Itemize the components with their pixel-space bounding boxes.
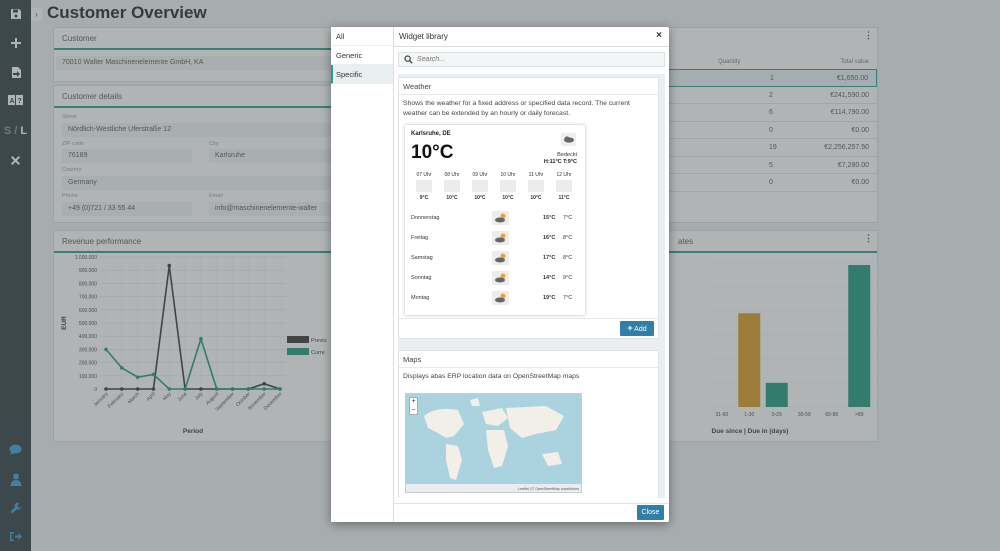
hour-forecast-item: 07 Uhr 9°C [413,172,435,201]
cloud-icon [528,180,544,192]
hour-forecast-item: 08 Uhr 10°C [441,172,463,201]
zoom-out-button[interactable]: − [410,407,417,416]
hour-time: 09 Uhr [472,172,488,178]
hour-temp: 9°C [419,195,429,201]
day-low: 7°C [563,295,573,301]
widget-library-main: Widget library × Weather Shows the weath… [394,27,669,522]
weather-hi-lo: H:11°C T:9°C [543,159,577,165]
search-input[interactable] [417,54,657,65]
close-button[interactable]: Close [637,505,664,520]
day-forecast-row: Donnerstag 15°C 7°C [411,211,581,225]
close-x-icon[interactable]: × [656,30,662,41]
cloud-icon [472,180,488,192]
day-high: 16°C [543,235,556,241]
partly-cloudy-icon [492,231,509,245]
map-preview: + − Leaflet | © OpenStreetMap contributo… [405,393,582,493]
hour-temp: 11°C [558,195,570,201]
world-map-image [406,394,581,492]
hour-time: 12 Uhr [556,172,572,178]
maps-card-title: Maps [399,351,658,368]
cloud-icon [500,180,516,192]
day-low: 8°C [563,255,573,261]
hour-temp: 10°C [446,195,458,201]
day-name: Freitag [411,235,429,241]
day-low: 9°C [563,275,573,281]
map-zoom-control: + − [409,397,418,415]
cloud-icon [416,180,432,192]
partly-cloudy-icon [492,251,509,265]
day-name: Montag [411,295,430,301]
day-forecast-row: Sonntag 14°C 9°C [411,271,581,285]
hour-temp: 10°C [502,195,514,201]
partly-cloudy-icon [492,211,509,225]
widget-list: Weather Shows the weather for a fixed ad… [398,74,665,498]
day-name: Samstag [411,255,433,261]
weather-current-temp: 10°C [411,142,454,163]
category-specific[interactable]: Specific [331,65,393,84]
hour-forecast-item: 11 Uhr 10°C [525,172,547,201]
search-icon [404,55,413,64]
hour-time: 07 Uhr [416,172,432,178]
partly-cloudy-icon [492,291,509,305]
add-button-label: Add [634,326,647,333]
day-high: 14°C [543,275,556,281]
hour-forecast-item: 09 Uhr 10°C [469,172,491,201]
hour-temp: 10°C [530,195,542,201]
day-high: 15°C [543,215,556,221]
hour-time: 11 Uhr [528,172,544,178]
widget-search[interactable] [398,52,665,67]
weather-card-title: Weather [399,78,658,95]
hour-forecast-item: 10 Uhr 10°C [497,172,519,201]
day-high: 19°C [543,295,556,301]
partly-cloudy-icon [492,271,509,285]
hour-time: 10 Uhr [500,172,516,178]
widget-library-dialog: All Generic Specific Widget library × We… [331,27,669,522]
hour-forecast-item: 12 Uhr 11°C [553,172,575,201]
weather-condition: Bedeckt [557,152,577,158]
day-name: Sonntag [411,275,432,281]
weather-card-description: Shows the weather for a fixed address or… [403,100,630,117]
maps-card-description: Displays abas ERP location data on OpenS… [403,373,580,380]
day-high: 17°C [543,255,556,261]
day-low: 8°C [563,235,573,241]
cloud-icon [556,180,572,192]
day-forecast-row: Montag 19°C 7°C [411,291,581,305]
plus-icon: + [627,323,633,333]
zoom-in-button[interactable]: + [410,398,417,407]
widget-category-nav: All Generic Specific [331,27,394,522]
weather-city: Karlsruhe, DE [411,131,451,137]
maps-widget-card: Maps Displays abas ERP location data on … [398,350,659,498]
modal-title: Widget library [399,32,448,41]
weather-widget-card: Weather Shows the weather for a fixed ad… [398,77,659,339]
weather-preview: Karlsruhe, DE 10°C Bedeckt H:11°C T:9°C … [405,125,585,315]
category-generic[interactable]: Generic [331,46,393,65]
category-all[interactable]: All [331,27,393,46]
modal-footer: Close [394,503,669,522]
modal-header: Widget library × [394,27,669,47]
hour-temp: 10°C [474,195,486,201]
day-forecast-row: Samstag 17°C 8°C [411,251,581,265]
day-forecast-row: Freitag 16°C 8°C [411,231,581,245]
cloud-icon [561,133,576,146]
map-attribution: Leaflet | © OpenStreetMap contributors [518,487,579,491]
cloud-icon [444,180,460,192]
hour-time: 08 Uhr [444,172,460,178]
day-name: Donnerstag [411,215,440,221]
add-weather-button[interactable]: + Add [620,321,654,336]
day-low: 7°C [563,215,573,221]
